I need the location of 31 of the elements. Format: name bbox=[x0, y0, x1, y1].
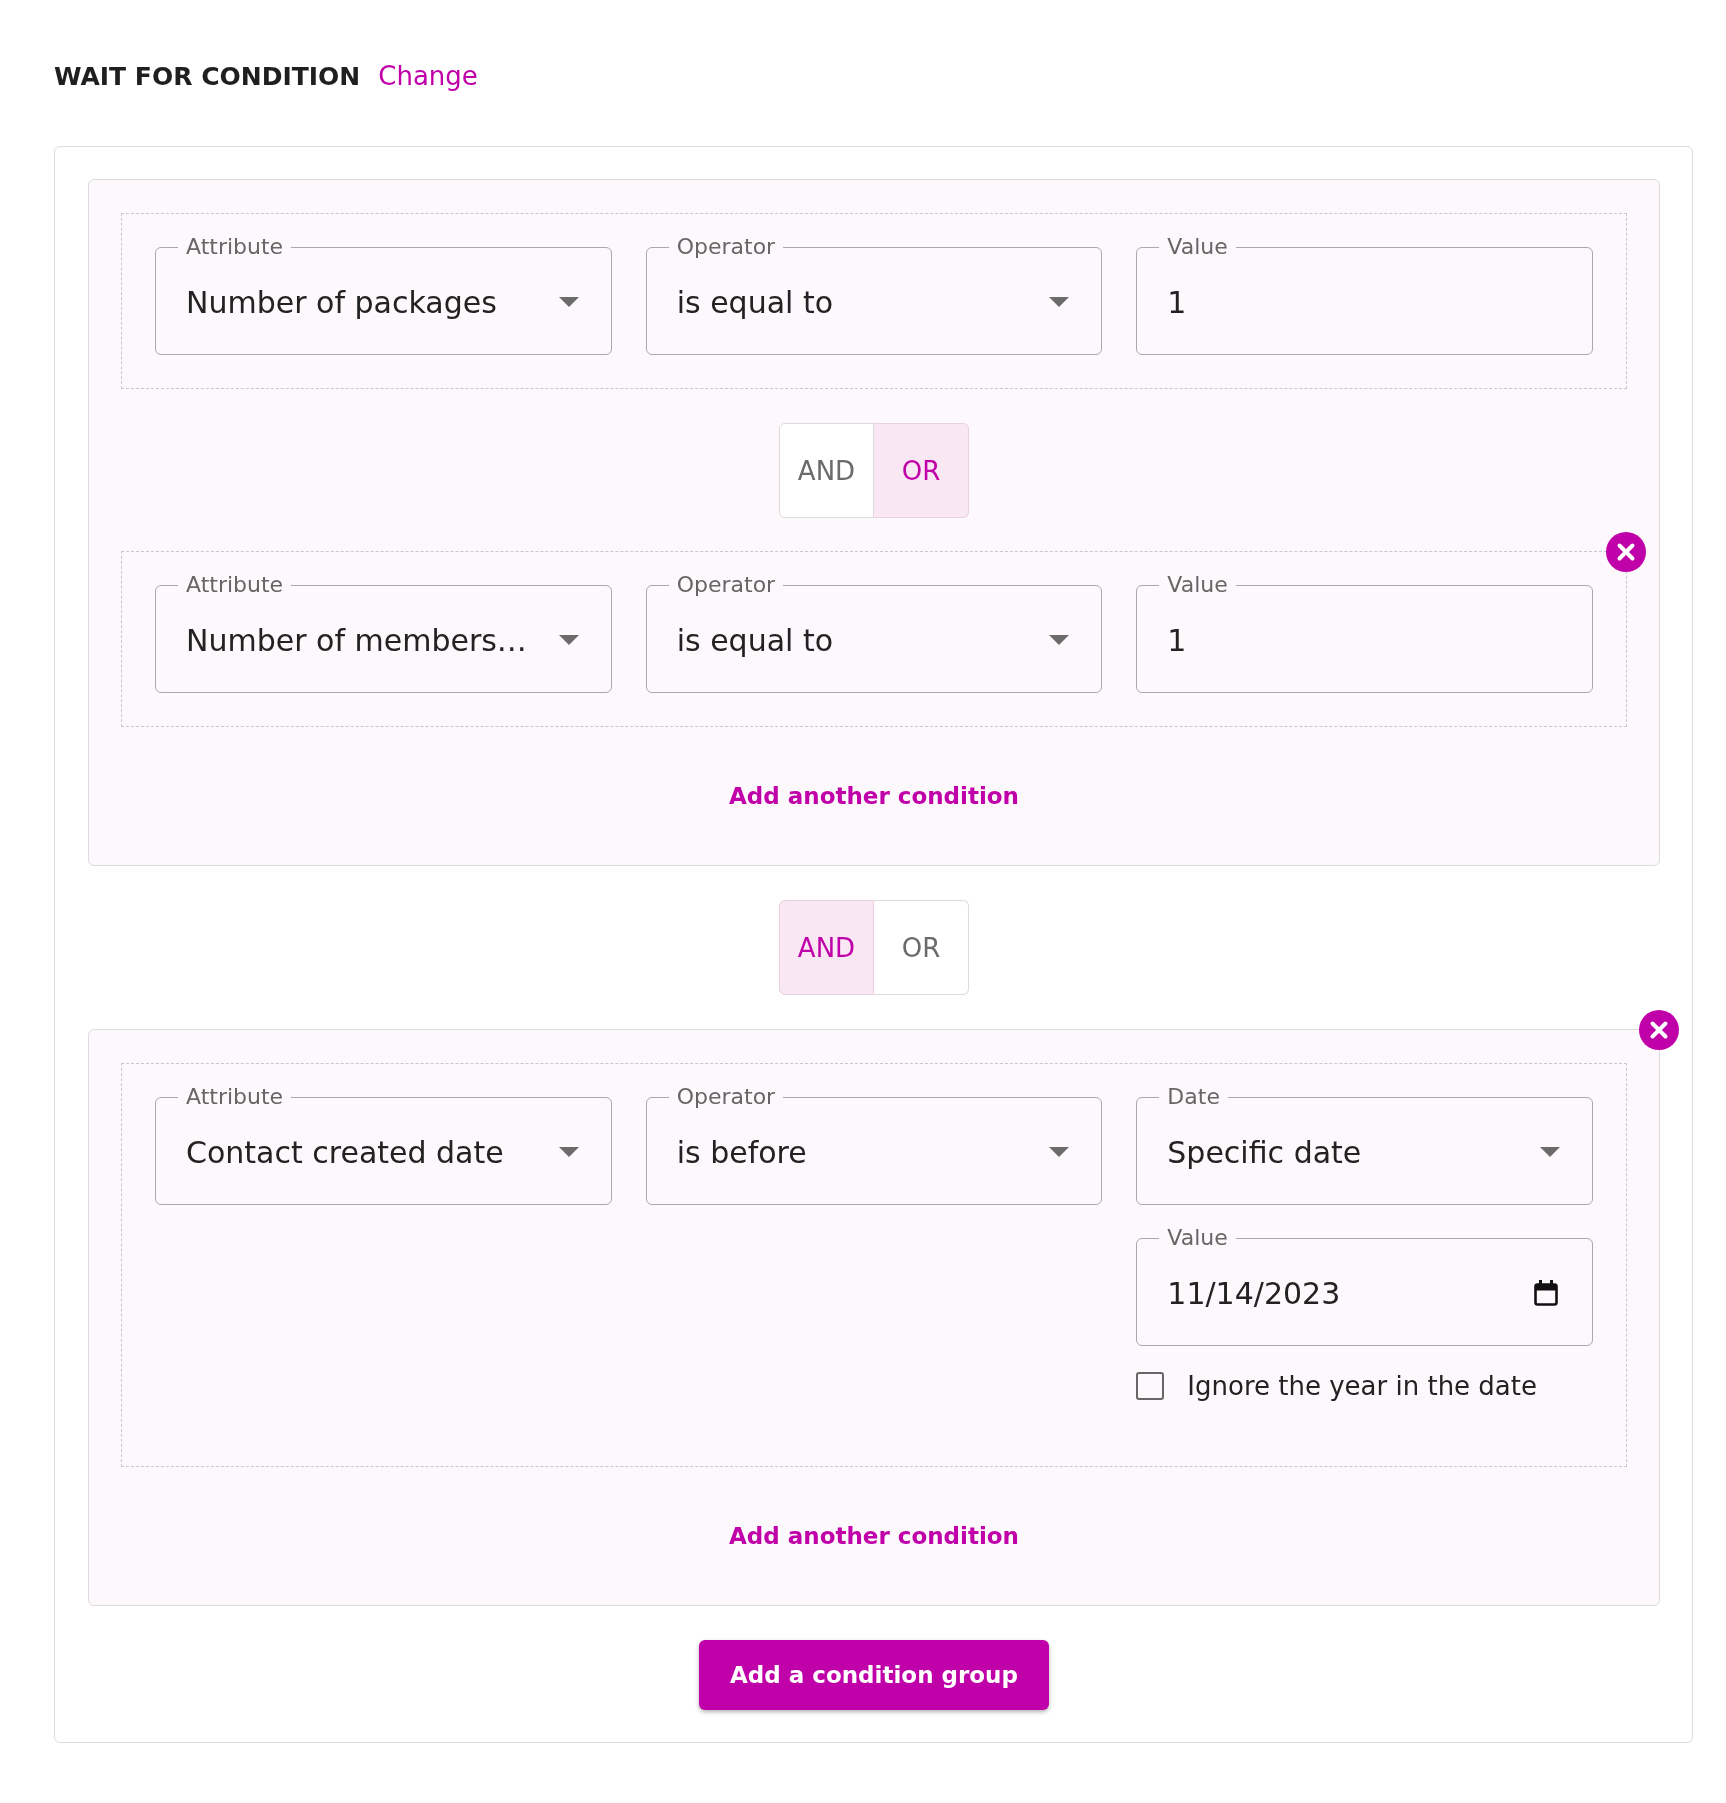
caret-icon bbox=[1049, 297, 1070, 307]
add-condition-link[interactable]: Add another condition bbox=[717, 1509, 1031, 1563]
field-label: Operator bbox=[676, 572, 776, 598]
field-label: Value bbox=[1167, 1225, 1228, 1251]
section-title: WAIT FOR CONDITION bbox=[54, 61, 361, 93]
field-label: Date bbox=[1167, 1084, 1220, 1110]
field-label: Value bbox=[1167, 234, 1228, 260]
caret-icon bbox=[558, 1147, 579, 1157]
caret-icon bbox=[558, 297, 579, 307]
caret-icon bbox=[1049, 1147, 1070, 1157]
checkbox[interactable] bbox=[1136, 1372, 1165, 1400]
field-label: Attribute bbox=[186, 572, 284, 598]
caret-icon bbox=[1540, 1147, 1560, 1157]
calendar-icon[interactable] bbox=[1534, 1280, 1558, 1306]
add-group-button[interactable]: Add a condition group bbox=[699, 1640, 1049, 1710]
field-label: Value bbox=[1167, 572, 1228, 598]
field-label: Attribute bbox=[186, 234, 284, 260]
close-icon[interactable] bbox=[1606, 532, 1646, 572]
add-condition-link[interactable]: Add another condition bbox=[717, 769, 1031, 823]
field-label: Operator bbox=[676, 234, 776, 260]
logic-option[interactable]: AND bbox=[779, 900, 874, 995]
checkbox-label: Ignore the year in the date bbox=[1187, 1370, 1537, 1403]
logic-option[interactable]: OR bbox=[874, 900, 969, 995]
field-label: Operator bbox=[676, 1084, 776, 1110]
logic-option[interactable]: AND bbox=[779, 423, 874, 518]
close-icon[interactable] bbox=[1639, 1010, 1679, 1050]
caret-icon bbox=[1049, 635, 1070, 645]
change-link[interactable]: Change bbox=[378, 59, 478, 93]
field-label: Attribute bbox=[186, 1084, 284, 1110]
logic-option[interactable]: OR bbox=[874, 423, 969, 518]
caret-icon bbox=[558, 635, 579, 645]
